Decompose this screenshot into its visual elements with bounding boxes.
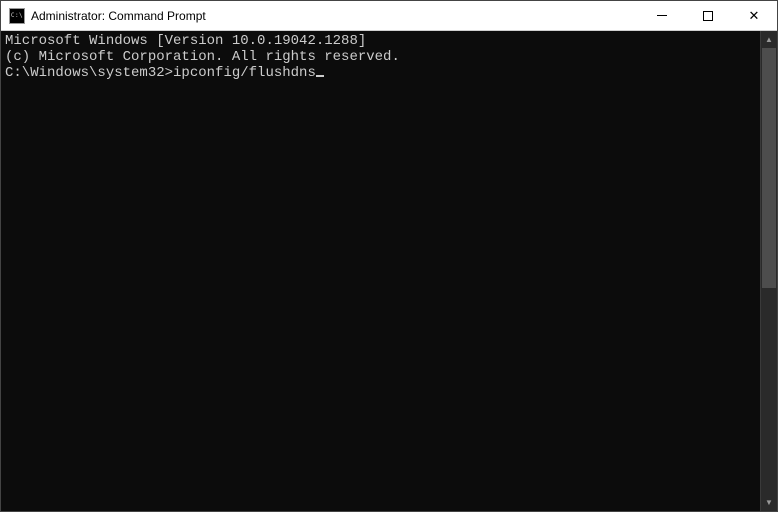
close-button[interactable]: ✕	[731, 1, 777, 30]
terminal-output[interactable]: Microsoft Windows [Version 10.0.19042.12…	[1, 31, 760, 511]
scroll-thumb[interactable]	[762, 48, 776, 288]
client-area: Microsoft Windows [Version 10.0.19042.12…	[1, 31, 777, 511]
cmd-icon: C:\	[9, 8, 25, 24]
close-icon: ✕	[749, 9, 760, 22]
prompt-line: C:\Windows\system32>ipconfig/flushdns	[5, 65, 756, 81]
scroll-up-arrow-icon[interactable]: ▲	[761, 31, 777, 48]
version-line: Microsoft Windows [Version 10.0.19042.12…	[5, 33, 756, 49]
titlebar[interactable]: C:\ Administrator: Command Prompt ✕	[1, 1, 777, 31]
copyright-line: (c) Microsoft Corporation. All rights re…	[5, 49, 756, 65]
scroll-track[interactable]	[761, 48, 777, 494]
window-title: Administrator: Command Prompt	[31, 9, 206, 23]
scroll-down-arrow-icon[interactable]: ▼	[761, 494, 777, 511]
cmd-icon-glyph: C:\	[11, 13, 23, 19]
text-cursor	[316, 75, 324, 77]
minimize-button[interactable]	[639, 1, 685, 30]
maximize-button[interactable]	[685, 1, 731, 30]
maximize-icon	[703, 11, 713, 21]
vertical-scrollbar[interactable]: ▲ ▼	[760, 31, 777, 511]
window-controls: ✕	[639, 1, 777, 30]
command-prompt-window: C:\ Administrator: Command Prompt ✕ Micr…	[0, 0, 778, 512]
minimize-icon	[657, 15, 667, 16]
typed-command: ipconfig/flushdns	[173, 65, 316, 81]
prompt-path: C:\Windows\system32>	[5, 65, 173, 81]
